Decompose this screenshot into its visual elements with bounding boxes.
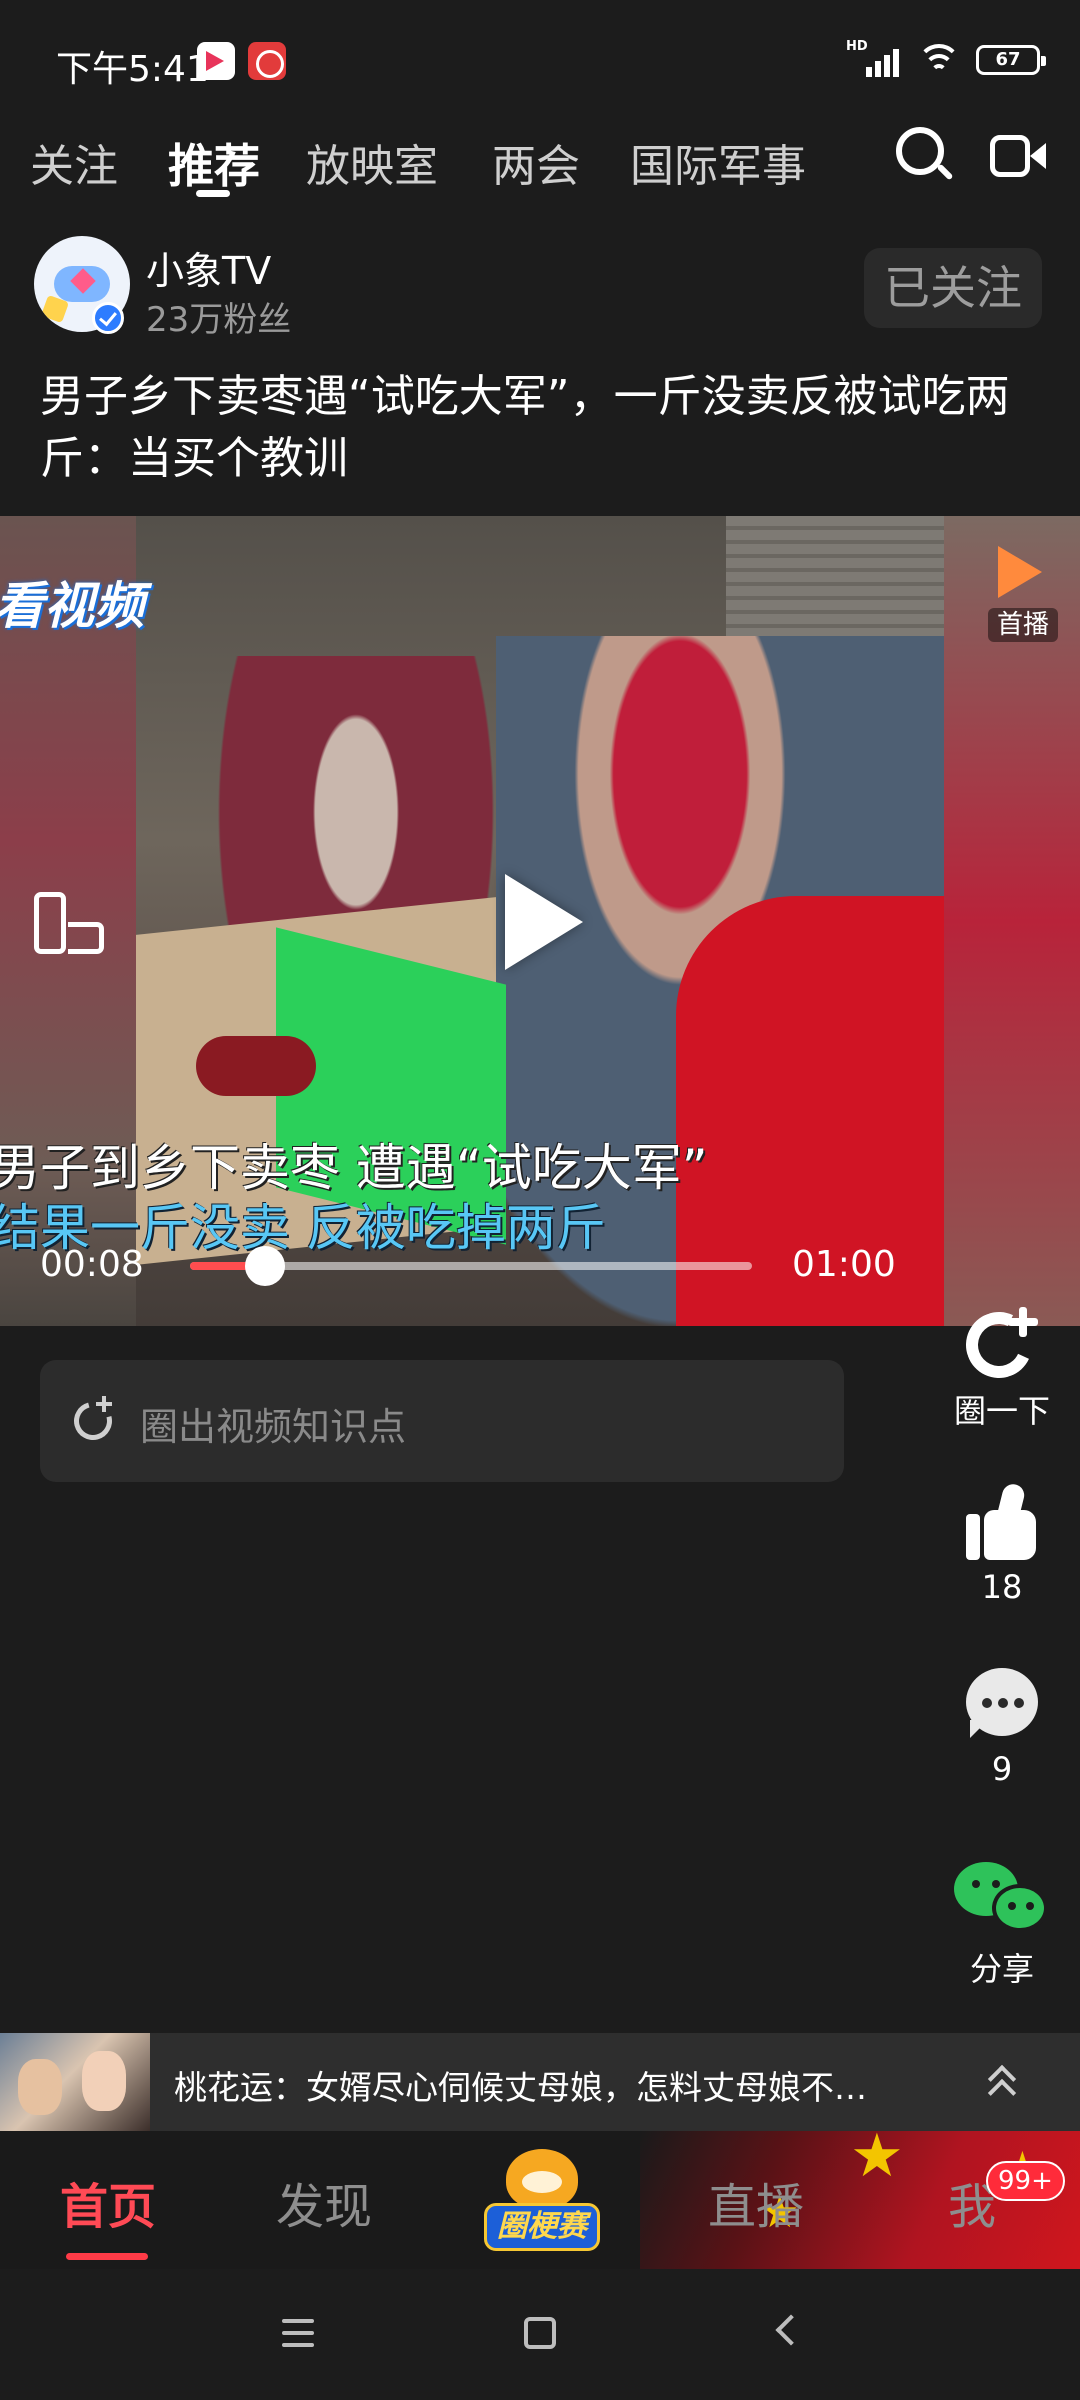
tab-recommend[interactable]: 推荐 <box>168 130 260 196</box>
system-nav-bar <box>0 2269 1080 2400</box>
status-indicators: HD 67 <box>846 39 1046 80</box>
first-play-badge: 首播 <box>988 546 1058 646</box>
author-name[interactable]: 小象TV <box>146 240 271 295</box>
nav-discover[interactable]: 发现 <box>276 2167 372 2237</box>
circle-plus-icon <box>956 1300 1042 1388</box>
nav-meme-contest[interactable]: 圈梗赛 <box>484 2145 600 2255</box>
nav-home[interactable]: 首页 <box>60 2167 156 2237</box>
app-screen: 下午5:41 HD 67 关注 推荐 放映室 两会 国际军事 小象TV 23万粉… <box>0 0 1080 2400</box>
notification-badge: 99+ <box>986 2161 1065 2201</box>
total-duration: 01:00 <box>792 1244 896 1285</box>
status-bar: 下午5:41 HD 67 <box>0 0 1080 120</box>
meme-contest-label: 圈梗赛 <box>484 2203 600 2251</box>
tab-follow[interactable]: 关注 <box>30 130 118 194</box>
tab-two-sessions[interactable]: 两会 <box>492 130 580 194</box>
recent-apps-icon[interactable] <box>282 2319 314 2347</box>
play-icon[interactable] <box>505 874 583 970</box>
comment-button[interactable]: 9 <box>942 1664 1062 1788</box>
video-player[interactable]: 看视频 首播 男子到乡下卖枣 遭遇“试吃大军” 结果一斤没卖 反被吃掉两斤 00… <box>0 516 1080 1326</box>
circle-action-button[interactable]: 圈一下 <box>942 1300 1062 1432</box>
knowledge-point-input[interactable]: 圈出视频知识点 <box>40 1360 844 1482</box>
network-type-label: HD <box>846 39 868 54</box>
comment-icon <box>962 1664 1042 1744</box>
cellular-signal-icon: HD <box>846 39 902 77</box>
video-title[interactable]: 男子乡下卖枣遇“试吃大军”，一斤没卖反被试吃两斤：当买个教训 <box>40 366 1040 490</box>
thumbs-up-icon <box>962 1481 1042 1562</box>
circle-search-icon <box>67 1395 119 1447</box>
knowledge-placeholder: 圈出视频知识点 <box>140 1405 407 1449</box>
video-camera-icon[interactable] <box>990 133 1048 181</box>
like-button[interactable]: 18 <box>942 1481 1062 1606</box>
back-icon[interactable] <box>775 2314 807 2346</box>
search-icon[interactable] <box>896 127 954 185</box>
battery-level: 67 <box>995 49 1021 70</box>
related-video-bar[interactable]: 桃花运：女婿尽心伺候丈母娘，怎料丈母娘不… <box>0 2033 1080 2131</box>
current-time: 00:08 <box>40 1244 144 1285</box>
rotate-screen-icon[interactable] <box>34 892 106 958</box>
comment-count: 9 <box>991 1750 1013 1788</box>
followed-button[interactable]: 已关注 <box>864 248 1042 328</box>
wifi-icon <box>916 40 962 80</box>
status-time: 下午5:41 <box>56 49 209 90</box>
nav-active-indicator <box>66 2253 148 2260</box>
video-app-notification-icon <box>197 42 235 80</box>
tab-screening-room[interactable]: 放映室 <box>306 130 438 194</box>
progress-thumb[interactable] <box>244 1246 285 1286</box>
shopping-app-notification-icon <box>248 42 286 80</box>
circle-action-label: 圈一下 <box>953 1392 1050 1430</box>
nav-live[interactable]: 直播 <box>708 2167 804 2237</box>
bottom-nav: ★ ★ ★ 首页 发现 圈梗赛 直播 我 99+ <box>0 2131 1080 2269</box>
share-label: 分享 <box>969 1950 1034 1988</box>
play-logo-icon <box>998 546 1042 598</box>
wechat-icon <box>954 1858 1050 1938</box>
verified-icon <box>92 302 124 334</box>
battery-icon: 67 <box>976 45 1046 75</box>
like-count: 18 <box>981 1568 1023 1606</box>
progress-bar[interactable] <box>190 1246 752 1286</box>
first-play-label: 首播 <box>988 608 1058 642</box>
related-video-thumbnail[interactable] <box>0 2033 150 2131</box>
author-fans-count: 23万粉丝 <box>146 300 292 340</box>
tiger-mascot-icon <box>506 2149 578 2209</box>
active-tab-indicator <box>196 190 230 197</box>
video-watermark: 看视频 <box>0 577 144 635</box>
related-video-title[interactable]: 桃花运：女婿尽心伺候丈母娘，怎料丈母娘不… <box>174 2061 924 2109</box>
share-button[interactable]: 分享 <box>942 1858 1062 1990</box>
home-icon[interactable] <box>524 2317 556 2349</box>
tab-international-military[interactable]: 国际军事 <box>630 130 806 194</box>
expand-up-icon[interactable] <box>986 2063 1020 2108</box>
